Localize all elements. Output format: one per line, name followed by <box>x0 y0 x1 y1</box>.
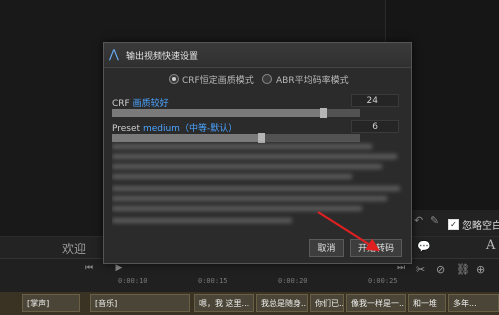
annotation-arrow <box>317 211 380 252</box>
